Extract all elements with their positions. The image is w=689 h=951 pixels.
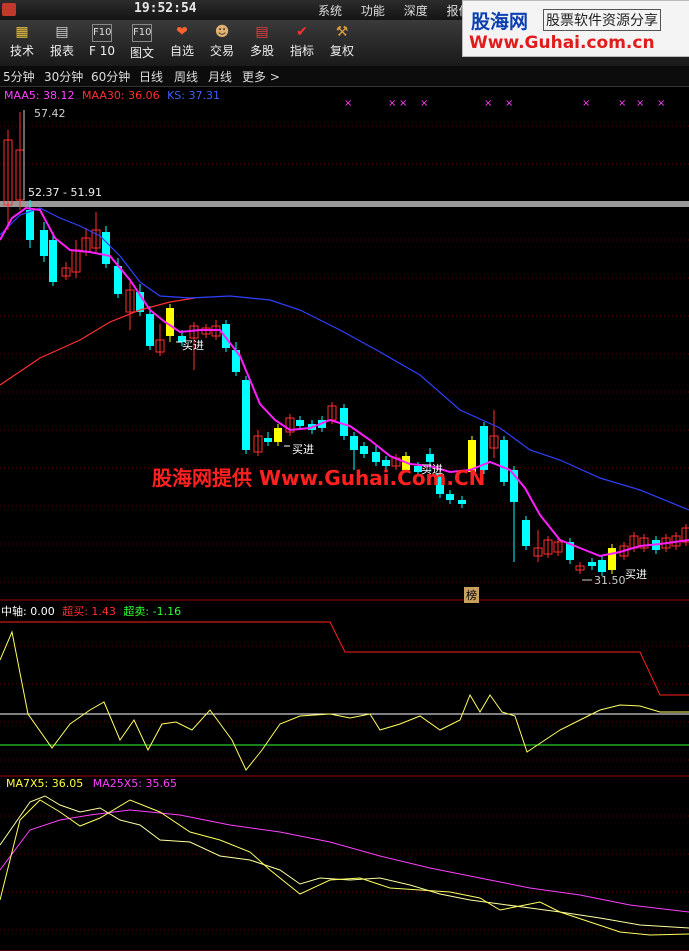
f10-icon: F10 [92, 24, 112, 42]
toolbar-indicator-button[interactable]: ✔ 指标 [282, 20, 322, 59]
candle-body [372, 452, 380, 462]
menu-item-depth[interactable]: 深度 [404, 4, 428, 18]
buy-signal-label: 买进 [292, 443, 314, 456]
candle-body [146, 314, 154, 346]
ma7x5-line-b [0, 799, 689, 936]
candle-body [500, 440, 508, 482]
candle-body [340, 408, 348, 436]
main-legend: MAA5: 38.12 MAA30: 36.06 KS: 37.31 [4, 89, 220, 102]
watermark-brand: 股海网 [471, 11, 529, 33]
candle-body [264, 438, 272, 442]
toolbar-trade-button[interactable]: ☻ 交易 [202, 20, 242, 59]
period-bar: 5分钟 30分钟 60分钟 日线 周线 月线 更多 > [0, 66, 689, 87]
candle-body [446, 494, 454, 500]
signal-marker: × [399, 98, 407, 109]
period-more[interactable]: 更多 > [242, 68, 280, 85]
candle-body [598, 560, 606, 572]
grid-icon: ▤ [255, 24, 269, 40]
low-price-label: 31.50 [594, 574, 626, 587]
toolbar-graphic-button[interactable]: F10 图文 [122, 20, 162, 61]
hammer-icon: ⚒ [335, 24, 349, 40]
watermark-url: Www.Guhai.com.cn [469, 33, 655, 53]
candle-body [166, 308, 174, 336]
legend-oversold: 超卖: -1.16 [123, 605, 182, 618]
f10-icon: F10 [132, 24, 152, 42]
ma-panel [0, 795, 689, 936]
signal-marker: × [388, 98, 396, 109]
star-icon: ❤ [176, 24, 188, 40]
legend-maa30: MAA30: 36.06 [82, 89, 160, 102]
table-icon: ▤ [55, 24, 69, 40]
toolbar-f10-button[interactable]: F10 F 10 [82, 20, 122, 58]
candle-body [522, 520, 530, 546]
ma25x5-line [0, 809, 689, 913]
toolbar-watchlist-button[interactable]: ❤ 自选 [162, 20, 202, 59]
top-menu: 系统 功能 深度 报价 [318, 2, 486, 19]
app-icon[interactable] [2, 3, 16, 16]
candle-body [222, 324, 230, 348]
menu-item-function[interactable]: 功能 [361, 4, 385, 18]
signal-marker: × [582, 98, 590, 109]
signal-marker: × [484, 98, 492, 109]
period-30min[interactable]: 30分钟 [44, 68, 83, 85]
signal-marker: × [618, 98, 626, 109]
high-price-label: 57.42 [34, 107, 66, 120]
signal-marker: × [420, 98, 428, 109]
watermark-tagline: 股票软件资源分享 [543, 9, 661, 31]
chart-area[interactable]: × × × × × × × × × × [0, 86, 689, 951]
signal-marker: × [636, 98, 644, 109]
candle-body [274, 428, 282, 442]
chart-annotations: × × × × × × × × × × [23, 98, 665, 581]
range-label: 52.37 - 51.91 [28, 186, 102, 199]
legend-ks: KS: 37.31 [167, 89, 220, 102]
legend-ma25x5: MA25X5: 35.65 [92, 777, 177, 790]
period-monthly[interactable]: 月线 [208, 68, 232, 85]
check-icon: ✔ [296, 24, 308, 40]
clock: 19:52:54 [134, 1, 197, 16]
period-daily[interactable]: 日线 [139, 68, 163, 85]
legend-overbought: 超买: 1.43 [62, 605, 116, 618]
candle-body [242, 380, 250, 450]
toolbar-restore-button[interactable]: ⚒ 复权 [322, 20, 362, 59]
watermark-banner: 股海网 股票软件资源分享 Www.Guhai.com.cn [462, 0, 689, 57]
chart-icon: ▦ [15, 24, 29, 40]
watermark-overlay: 股海网提供 Www.Guhai.Com.CN [152, 466, 486, 490]
badge: 榜 [464, 587, 479, 603]
legend-ma7x5: MA7X5: 36.05 [6, 777, 84, 790]
candle-body [360, 446, 368, 454]
toolbar-report-button[interactable]: ▤ 报表 [42, 20, 82, 59]
candle-body [296, 420, 304, 426]
signal-marker: × [657, 98, 665, 109]
maa30-line [0, 297, 196, 386]
toolbar-multistock-button[interactable]: ▤ 多股 [242, 20, 282, 59]
period-5min[interactable]: 5分钟 [3, 68, 35, 85]
period-weekly[interactable]: 周线 [174, 68, 198, 85]
buy-signal-label: 买进 [182, 339, 204, 352]
candle-body [49, 240, 57, 282]
legend-maa5: MAA5: 38.12 [4, 89, 75, 102]
panel2-legend: 中轴: 0.00 超买: 1.43 超卖: -1.16 [1, 603, 181, 619]
oscillator-panel [0, 621, 689, 771]
menu-item-system[interactable]: 系统 [318, 4, 342, 18]
candle-body [26, 210, 34, 240]
signal-marker: × [344, 98, 352, 109]
panel3-legend: MA7X5: 36.05 MA25X5: 35.65 [6, 777, 177, 790]
candle-body [608, 548, 616, 570]
legend-axis: 中轴: 0.00 [1, 605, 55, 618]
toolbar-tech-button[interactable]: ▦ 技术 [2, 20, 42, 59]
candle-body [458, 500, 466, 504]
oscillator-line [0, 630, 689, 771]
trade-icon: ☻ [214, 24, 230, 40]
candles [3, 112, 689, 576]
price-band [0, 201, 689, 207]
buy-signal-label: 买进 [625, 568, 647, 581]
candle-body [350, 436, 358, 450]
candle-body [588, 562, 596, 566]
period-60min[interactable]: 60分钟 [91, 68, 130, 85]
candle-body [102, 232, 110, 264]
signal-marker: × [505, 98, 513, 109]
candle-body [40, 230, 48, 256]
